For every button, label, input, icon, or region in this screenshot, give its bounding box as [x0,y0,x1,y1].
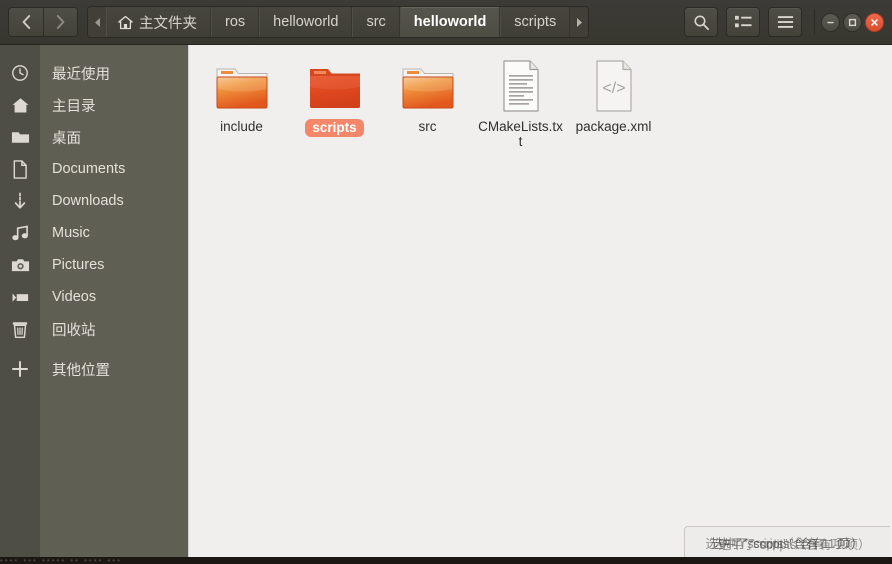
breadcrumb-crumb-helloworld-1[interactable]: helloworld [259,7,353,37]
content-area[interactable]: include scripts src CMakeLists.txt </> p… [188,45,892,564]
music-note-icon [0,225,40,242]
list-view-icon [734,15,752,28]
sidebar-item-label: Downloads [52,193,124,209]
status-text-ghost: 选中了“scripts”（含有 1 项） 选中了“scripts”（含有 1 项… [705,533,870,552]
sidebar-item-label: Documents [52,161,126,177]
sidebar-item-label: 其他位置 [52,362,110,379]
status-text: 选中了“scripts”（含有 1 项） [711,537,864,551]
hamburger-menu-icon [777,16,793,28]
close-icon [871,18,878,26]
video-camera-icon [0,291,40,304]
breadcrumb-label: scripts [514,14,557,30]
clock-icon [0,64,40,82]
sidebar-item-label: Videos [52,289,97,305]
breadcrumb-label: helloworld [413,14,487,30]
sidebar-item-home[interactable]: 主目录 [0,89,188,121]
status-bar-overlay: 选中了“scripts”（含有 1 项） 选中了“scripts”（含有 1 项… [684,526,890,558]
home-icon [0,96,40,115]
maximize-button[interactable] [843,12,862,32]
breadcrumb: 主文件夹 ros helloworld src helloworld scrip… [87,6,590,38]
maximize-icon [848,18,857,26]
sidebar-item-trash[interactable]: 回收站 [0,313,188,345]
sidebar-item-other-locations[interactable]: 其他位置 [0,353,188,385]
window-controls [821,12,884,32]
breadcrumb-crumb-scripts[interactable]: scripts [500,7,571,37]
camera-icon [0,257,40,273]
sidebar-item-label: 主目录 [52,98,96,115]
plus-icon [0,360,40,378]
file-item-label: CMakeLists.txt [478,119,563,149]
breadcrumb-label: ros [225,14,246,30]
breadcrumb-crumb-helloworld-active[interactable]: helloworld [399,7,501,37]
file-item-label: src [418,119,437,134]
folder-icon [397,59,459,113]
file-item-label: package.xml [575,119,652,134]
minimize-button[interactable] [821,12,840,32]
close-button[interactable] [865,12,884,32]
sidebar-item-recent[interactable]: 最近使用 [0,57,188,89]
sidebar: 最近使用 主目录 桌面 Documents Downloads Music Pi… [0,45,188,564]
file-icon-view: include scripts src CMakeLists.txt </> p… [189,45,892,153]
header-bar: 主文件夹 ros helloworld src helloworld scrip… [0,0,892,45]
breadcrumb-label: src [366,14,386,30]
breadcrumb-label: helloworld [273,14,339,30]
file-item-src[interactable]: src [381,53,474,153]
breadcrumb-scroll-right[interactable] [570,7,589,37]
breadcrumb-crumb-ros[interactable]: ros [211,7,260,37]
sidebar-item-pictures[interactable]: Pictures [0,249,188,281]
header-divider [814,9,815,35]
breadcrumb-scroll-left[interactable] [88,7,106,37]
file-item-label: scripts [305,119,364,137]
search-icon [693,14,709,30]
back-button[interactable] [9,8,43,36]
trash-icon [0,320,40,339]
document-icon [0,159,40,179]
folder-icon [0,129,40,145]
file-item-package-xml[interactable]: </> package.xml [567,53,660,153]
folder-icon [211,59,273,113]
sidebar-item-label: 桌面 [52,130,81,147]
file-item-cmakelists[interactable]: CMakeLists.txt [474,53,567,153]
sidebar-item-desktop[interactable]: 桌面 [0,121,188,153]
navigation-button-group [8,7,78,37]
file-item-scripts[interactable]: scripts [288,53,381,153]
svg-text:</>: </> [602,80,625,97]
forward-button[interactable] [43,8,77,36]
sidebar-item-label: 回收站 [52,322,96,339]
home-icon [118,15,133,29]
sidebar-item-documents[interactable]: Documents [0,153,188,185]
desktop-bottom-strip: •••• ••• ••••• •• •••• ••• [0,557,892,564]
sidebar-item-videos[interactable]: Videos [0,281,188,313]
breadcrumb-crumb-home[interactable]: 主文件夹 [106,7,211,37]
breadcrumb-label: 主文件夹 [139,15,197,32]
view-options-button[interactable] [726,7,760,37]
file-item-include[interactable]: include [195,53,288,153]
bottom-strip-text: •••• ••• ••••• •• •••• ••• [0,557,122,564]
sidebar-item-label: 最近使用 [52,66,110,83]
download-icon [0,192,40,211]
code-file-icon: </> [583,59,645,113]
sidebar-item-label: Pictures [52,257,105,273]
file-manager-window: 主文件夹 ros helloworld src helloworld scrip… [0,0,892,564]
breadcrumb-crumb-src[interactable]: src [352,7,400,37]
search-button[interactable] [684,7,718,37]
minimize-icon [827,21,834,23]
sidebar-item-label: Music [52,225,90,241]
file-item-label: include [220,119,263,134]
sidebar-item-music[interactable]: Music [0,217,188,249]
sidebar-item-downloads[interactable]: Downloads [0,185,188,217]
menu-button[interactable] [768,7,802,37]
text-file-icon [490,59,552,113]
folder-icon [304,59,366,113]
